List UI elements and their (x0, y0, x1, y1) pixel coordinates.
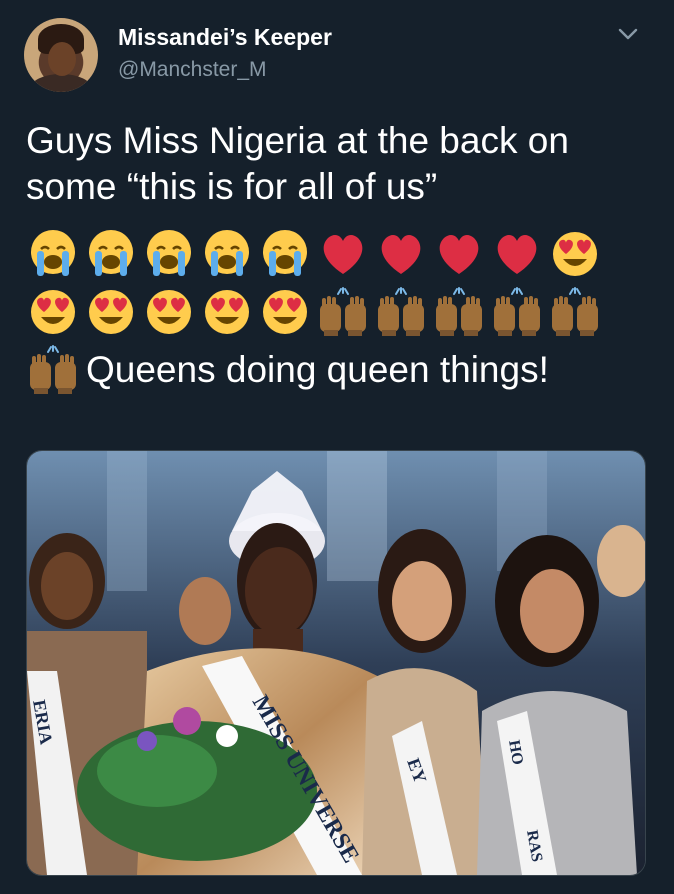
heart-eyes-face-icon (200, 286, 254, 338)
avatar-face (48, 42, 76, 76)
emoji-row-2 (26, 286, 602, 338)
raising-hands-icon (26, 344, 80, 396)
tweet-header: Missandei’s Keeper @Manchster_M (0, 0, 674, 100)
crying-face-icon (200, 228, 254, 280)
raising-hands-icon (374, 286, 428, 338)
crying-face-icon (142, 228, 196, 280)
raising-hands-icon (490, 286, 544, 338)
red-heart-icon (432, 228, 486, 280)
avatar-shoulder (30, 74, 92, 92)
tweet-text: Guys Miss Nigeria at the back on some “t… (26, 120, 569, 207)
author-handle[interactable]: @Manchster_M (118, 58, 267, 82)
heart-eyes-face-icon (142, 286, 196, 338)
tweet-text-end: Queens doing queen things! (86, 349, 549, 390)
crying-face-icon (84, 228, 138, 280)
red-heart-icon (490, 228, 544, 280)
raising-hands-icon (548, 286, 602, 338)
emoji-row-3: Queens doing queen things! (26, 344, 549, 396)
tweet-media-photo[interactable]: MISS UNIVERSE ERIA EY HO RAS (26, 450, 646, 876)
avatar[interactable] (24, 18, 98, 92)
author-name[interactable]: Missandei’s Keeper (118, 24, 332, 51)
heart-eyes-face-icon (84, 286, 138, 338)
heart-eyes-face-icon (26, 286, 80, 338)
raising-hands-icon (432, 286, 486, 338)
red-heart-icon (374, 228, 428, 280)
emoji-row-1 (26, 228, 602, 280)
crying-face-icon (258, 228, 312, 280)
photo-illustration: MISS UNIVERSE ERIA EY HO RAS (27, 451, 645, 875)
heart-eyes-face-icon (258, 286, 312, 338)
heart-eyes-face-icon (548, 228, 602, 280)
red-heart-icon (316, 228, 370, 280)
chevron-down-icon[interactable] (616, 22, 640, 46)
raising-hands-icon (316, 286, 370, 338)
crying-face-icon (26, 228, 80, 280)
